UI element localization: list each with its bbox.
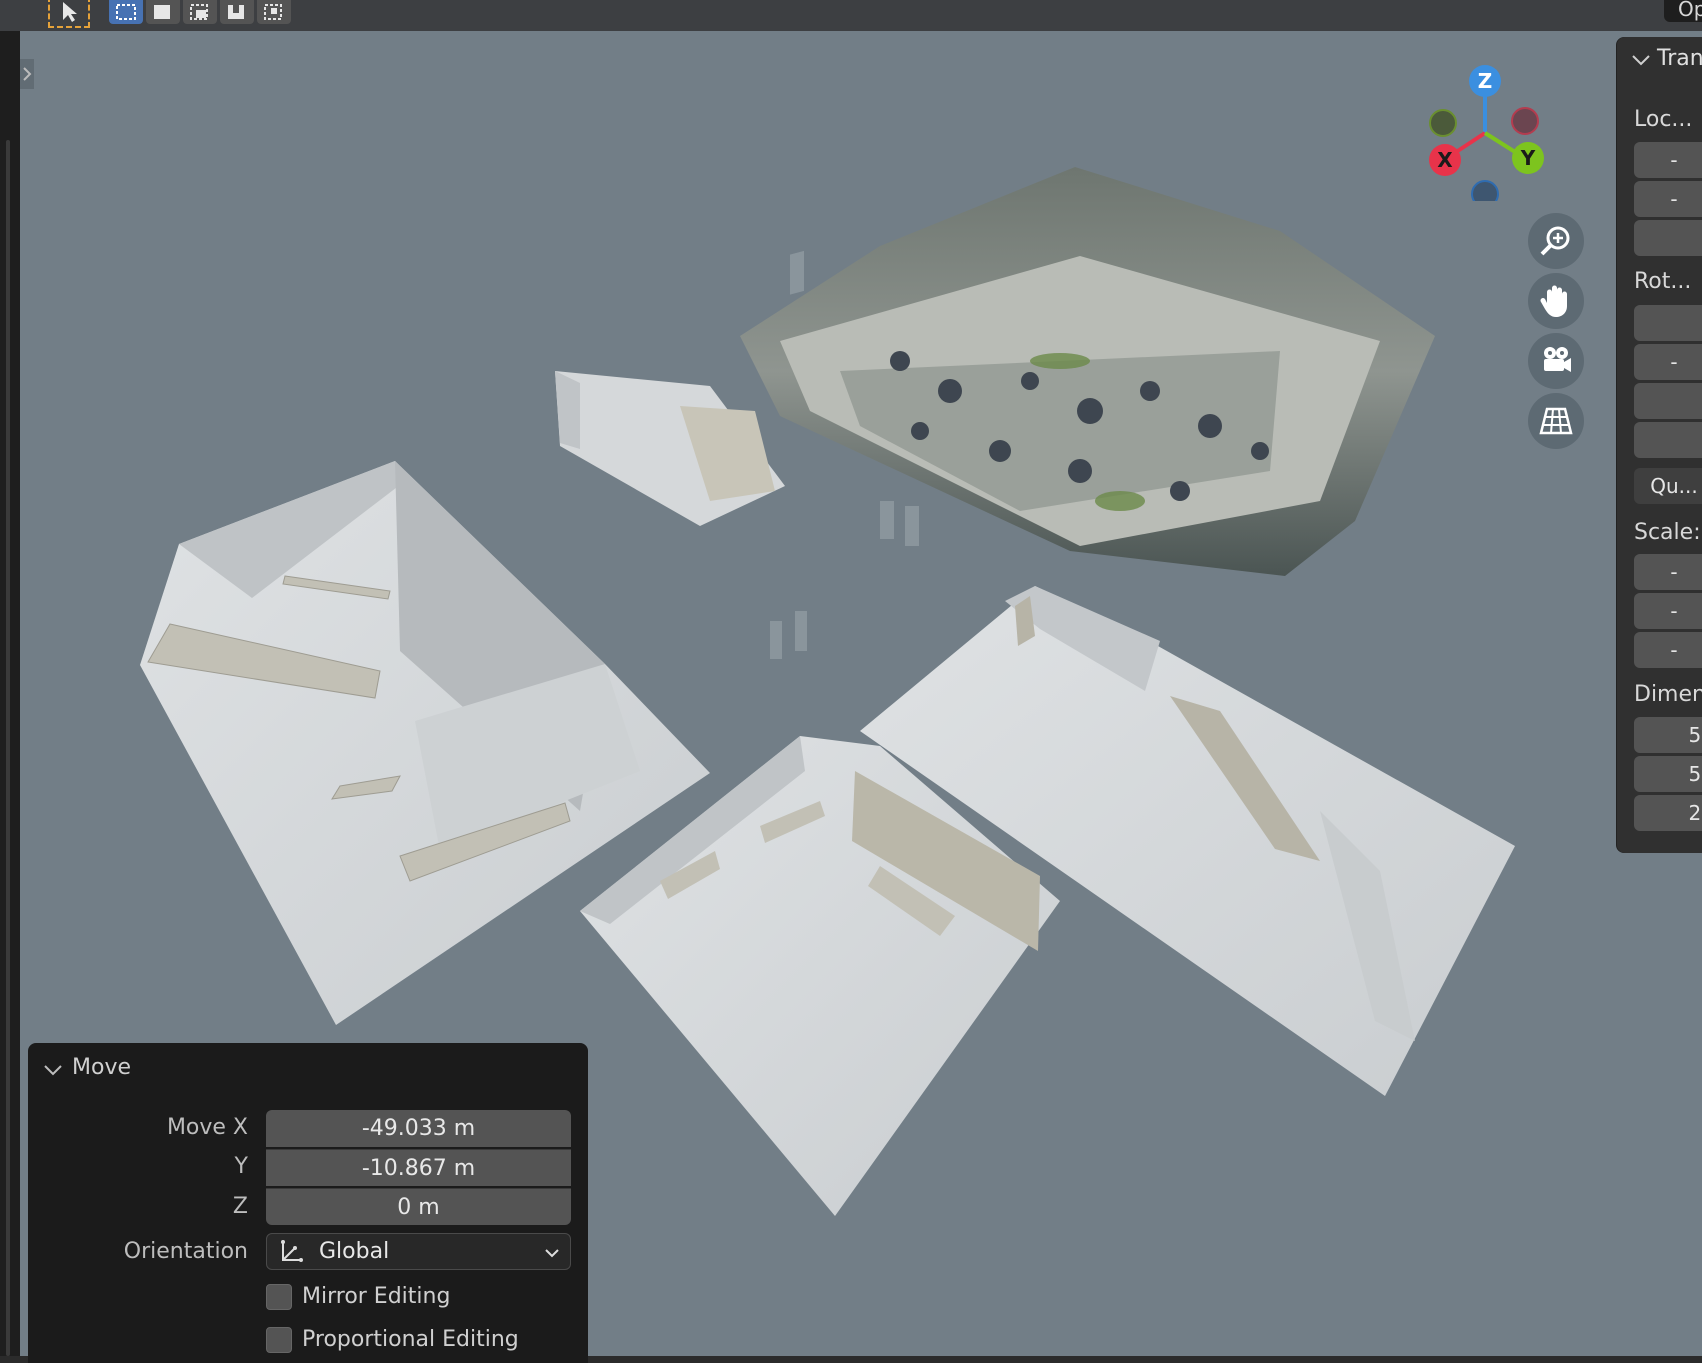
chevron-down-icon [545,1249,559,1258]
rotation-mode-dropdown[interactable]: Qu... [1634,468,1702,504]
move-y-label: Y [234,1154,248,1179]
move-x-field[interactable]: -49.033 m [266,1110,571,1147]
perspective-toggle-button[interactable] [1528,393,1584,449]
mirror-editing-checkbox[interactable] [266,1284,292,1310]
select-invert-button[interactable] [220,0,254,24]
grid-icon [1539,407,1573,435]
chevron-down-icon[interactable] [43,1063,63,1077]
left-editor-edge [0,0,20,1356]
viewport-header: Op [0,0,1702,31]
select-tool-button[interactable] [48,0,90,28]
zoom-icon [1540,226,1570,256]
rotation-x-field[interactable]: - [1634,344,1702,380]
move-y-field[interactable]: -10.867 m [266,1149,571,1186]
rotation-label: Rot... [1634,269,1692,294]
options-button[interactable]: Op [1664,0,1702,22]
dimensions-z-field[interactable]: 21 [1634,795,1702,831]
zoom-button[interactable] [1528,213,1584,269]
select-box-mode-button[interactable] [109,0,143,24]
orientation-value: Global [319,1239,390,1264]
location-z-field[interactable] [1634,220,1702,256]
select-intersect-button[interactable] [257,0,291,24]
scale-z-field[interactable]: - [1634,632,1702,668]
orientation-label: Orientation [123,1239,248,1264]
gizmo-y-label: Y [1520,146,1536,170]
camera-icon [1544,347,1571,372]
select-subtract-icon [190,4,208,20]
move-z-label: Z [232,1194,248,1219]
scroll-strip [6,140,10,1356]
last-operator-panel: Move Move X -49.033 m Y -10.867 m Z 0 m … [28,1043,588,1363]
hand-pan-icon [1540,285,1567,317]
orientation-axes-icon [281,1239,303,1262]
proportional-editing-label: Proportional Editing [302,1327,519,1352]
rotation-z-field[interactable] [1634,422,1702,458]
gizmo-x-label: X [1437,148,1453,172]
chevron-down-icon[interactable] [1631,53,1651,67]
dimensions-label: Dimen [1634,682,1702,707]
rotation-w-field[interactable] [1634,305,1702,341]
scale-label: Scale: [1634,520,1701,545]
location-x-field[interactable]: - [1634,142,1702,178]
location-y-field[interactable]: - [1634,181,1702,217]
sidebar-transform-panel: Tran Loc... - - Rot... - Qu... Scale: - … [1617,37,1702,853]
camera-view-button[interactable] [1528,333,1584,389]
gizmo-z-label: Z [1478,69,1493,93]
select-invert-icon [228,5,244,19]
orientation-dropdown[interactable]: Global [266,1233,571,1270]
pan-button[interactable] [1528,273,1584,329]
transform-section-title[interactable]: Tran [1657,46,1702,71]
dimensions-x-field[interactable]: 58 [1634,717,1702,753]
mirror-editing-label: Mirror Editing [302,1284,451,1309]
select-new-icon [116,4,136,20]
select-subtract-button[interactable] [183,0,217,24]
operator-title[interactable]: Move [72,1055,131,1080]
scale-y-field[interactable]: - [1634,593,1702,629]
navigation-gizmo[interactable]: Z X Y [1415,61,1555,201]
move-x-label: Move X [166,1115,248,1140]
select-extend-icon [154,5,170,19]
dimensions-y-field[interactable]: 56 [1634,756,1702,792]
select-extend-button[interactable] [146,0,180,24]
move-z-field[interactable]: 0 m [266,1188,571,1225]
options-label: Op [1678,0,1702,21]
rotation-y-field[interactable] [1634,383,1702,419]
scale-x-field[interactable]: - [1634,554,1702,590]
cursor-arrow-icon [63,2,77,22]
proportional-editing-checkbox[interactable] [266,1327,292,1353]
room-model-partial[interactable] [555,371,785,526]
select-intersect-icon [264,4,282,20]
scanned-room-mesh[interactable] [740,167,1435,576]
location-label: Loc... [1634,107,1693,132]
